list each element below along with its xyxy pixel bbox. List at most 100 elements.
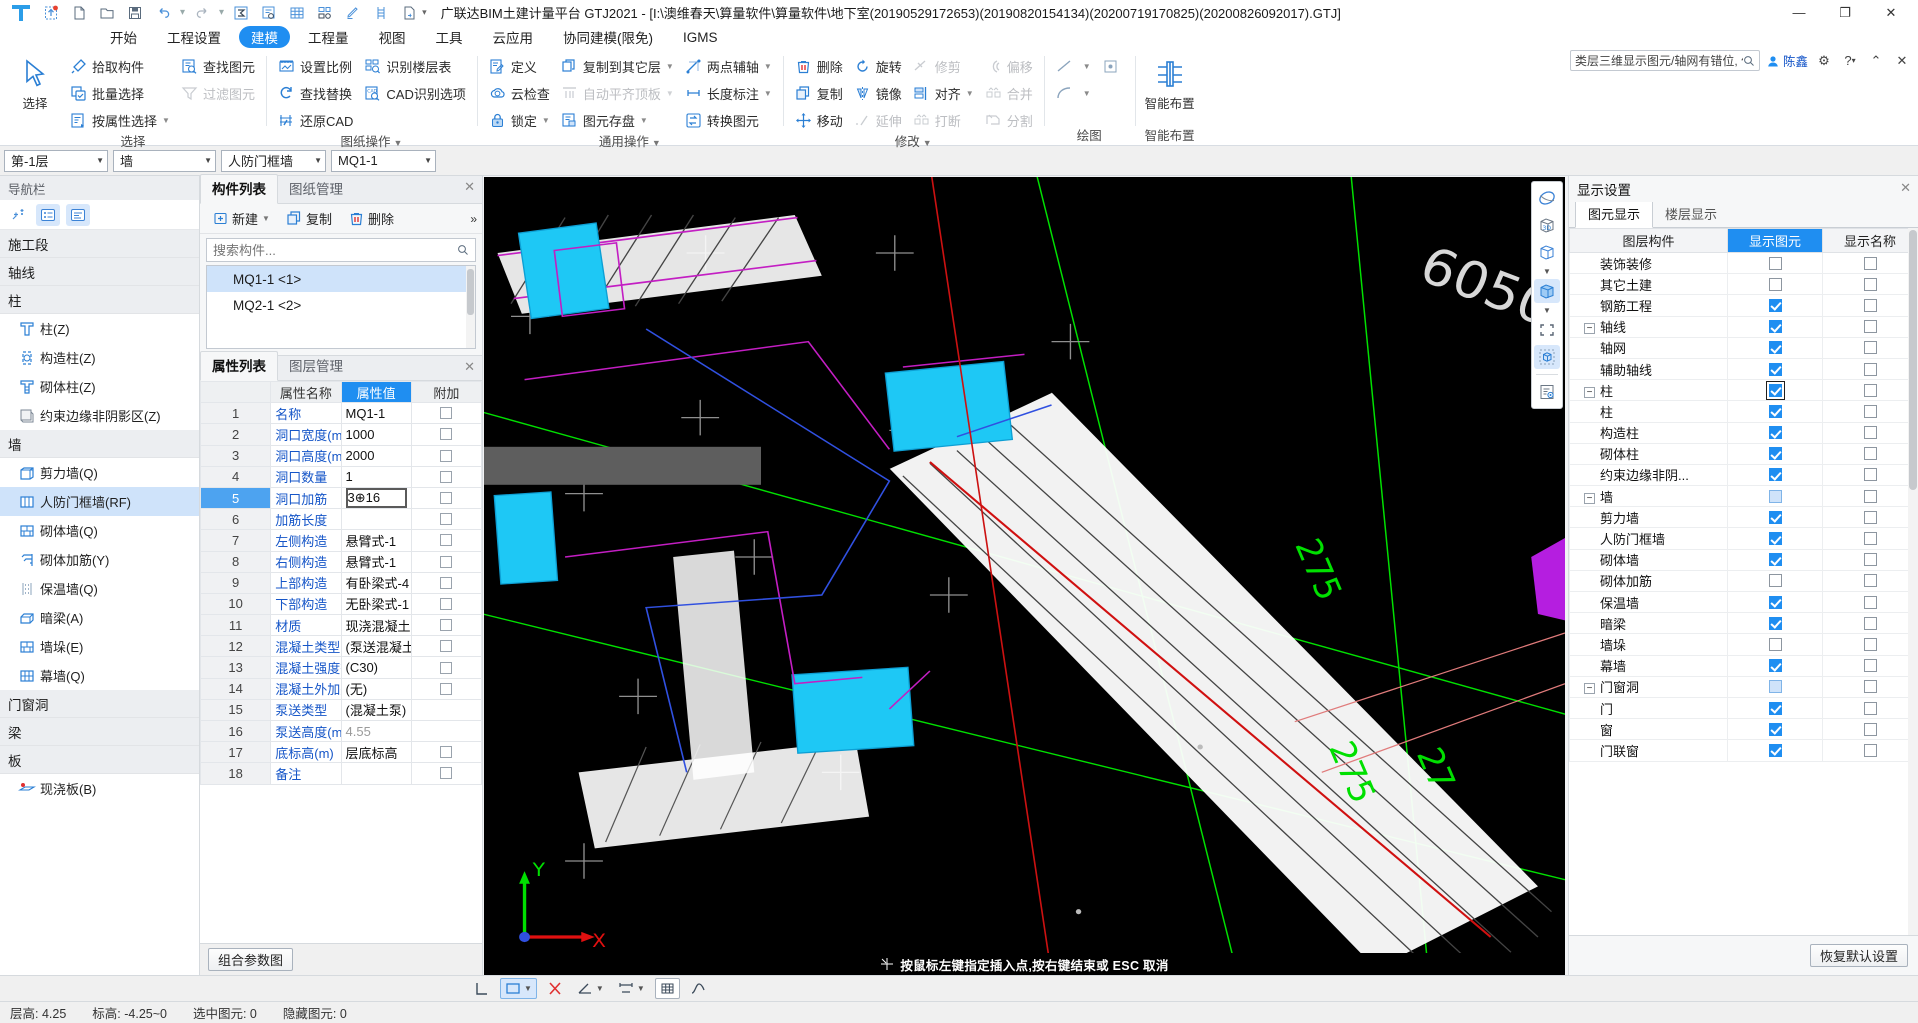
checkbox[interactable] bbox=[1768, 341, 1782, 355]
layer-show-name-cell[interactable] bbox=[1822, 400, 1918, 423]
checkbox[interactable] bbox=[1768, 680, 1782, 694]
display-tab-0[interactable]: 图元显示 bbox=[1575, 200, 1654, 228]
settings-gear-icon[interactable]: ⚙ bbox=[1814, 51, 1834, 71]
restore-defaults-button[interactable]: 恢复默认设置 bbox=[1809, 944, 1908, 967]
new-doc-icon[interactable] bbox=[66, 2, 92, 24]
checkbox[interactable] bbox=[1768, 595, 1782, 609]
sidebar-item-墙垛(E)[interactable]: 墙垛(E) bbox=[0, 632, 199, 661]
ladder-icon[interactable] bbox=[368, 2, 394, 24]
chevron-down-icon[interactable]: ▼ bbox=[923, 138, 932, 148]
property-tab-1[interactable]: 图层管理 bbox=[278, 352, 354, 380]
chevron-down-icon[interactable]: ▼ bbox=[542, 116, 550, 125]
property-attach[interactable] bbox=[410, 508, 482, 531]
component-tab-1[interactable]: 图纸管理 bbox=[278, 175, 354, 203]
checkbox[interactable] bbox=[440, 767, 453, 780]
table-icon[interactable] bbox=[284, 2, 310, 24]
property-row[interactable]: 2洞口宽度(mm)1000 bbox=[200, 423, 482, 446]
component-search[interactable] bbox=[206, 238, 476, 262]
property-attach[interactable] bbox=[410, 741, 482, 764]
layer-show-name-cell[interactable] bbox=[1822, 654, 1918, 677]
menu-tab-6[interactable]: 云应用 bbox=[481, 26, 546, 48]
ribbon-item-对齐[interactable]: 对齐 ▼ bbox=[907, 80, 979, 106]
property-value[interactable]: (混凝土泵) bbox=[340, 698, 412, 722]
layer-show-name-cell[interactable] bbox=[1822, 463, 1918, 487]
property-attach[interactable] bbox=[410, 423, 482, 446]
chevron-down-icon[interactable]: ▼ bbox=[262, 214, 270, 223]
layer-row[interactable]: 保温墙 bbox=[1569, 590, 1918, 614]
chevron-down-icon[interactable]: ▼ bbox=[637, 984, 645, 993]
sidebar-item-人防门框墙(RF)[interactable]: 人防门框墙(RF) bbox=[0, 487, 199, 516]
property-value[interactable]: (无) bbox=[340, 677, 412, 700]
ribbon-item-复制[interactable]: 复制 bbox=[789, 80, 848, 106]
checkbox[interactable] bbox=[1863, 510, 1877, 524]
nav-group-墙[interactable]: 墙 bbox=[0, 430, 199, 458]
property-attach[interactable] bbox=[410, 614, 482, 637]
layer-table-scrollbar[interactable] bbox=[1908, 228, 1918, 935]
property-value[interactable]: 2000 bbox=[340, 444, 412, 467]
property-tab-0[interactable]: 属性列表 bbox=[200, 351, 278, 381]
layer-show-name-cell[interactable] bbox=[1822, 527, 1918, 550]
chevron-down-icon[interactable]: ▼ bbox=[1083, 62, 1091, 71]
ribbon-close-icon[interactable]: ✕ bbox=[1892, 51, 1912, 71]
layer-show-element-cell[interactable] bbox=[1727, 294, 1823, 317]
checkbox[interactable] bbox=[1765, 380, 1785, 400]
property-row[interactable]: 15 泵送类型 (混凝土泵) bbox=[200, 698, 482, 722]
layer-show-name-cell[interactable] bbox=[1822, 294, 1918, 317]
chevron-down-icon[interactable]: ▼ bbox=[764, 89, 772, 98]
checkbox[interactable] bbox=[440, 449, 453, 462]
property-value[interactable]: (泵送混凝土 ... bbox=[340, 635, 412, 658]
layer-show-name-cell[interactable] bbox=[1822, 442, 1918, 465]
layer-show-name-cell[interactable] bbox=[1822, 718, 1918, 741]
property-value[interactable]: 4.55 bbox=[340, 719, 412, 743]
detail-view-icon[interactable] bbox=[66, 203, 90, 226]
checkbox[interactable] bbox=[1768, 404, 1782, 418]
property-attach[interactable] bbox=[410, 762, 482, 785]
sidebar-item-幕墙(Q)[interactable]: 幕墙(Q) bbox=[0, 661, 199, 690]
layer-show-name-cell[interactable] bbox=[1822, 506, 1918, 529]
property-row[interactable]: 3洞口高度(mm)2000 bbox=[200, 444, 482, 467]
property-value[interactable]: 现浇混凝土 bbox=[340, 614, 412, 637]
undo-caret-icon[interactable]: ▾ bbox=[178, 7, 187, 18]
nav-group-门窗洞[interactable]: 门窗洞 bbox=[0, 690, 199, 718]
sidebar-item-暗梁(A)[interactable]: 暗梁(A) bbox=[0, 603, 199, 632]
layer-icon[interactable] bbox=[312, 2, 338, 24]
upload-icon[interactable] bbox=[38, 2, 64, 24]
checkbox[interactable] bbox=[1863, 574, 1877, 588]
ribbon-item-按属性选择[interactable]: 按属性选择 ▼ bbox=[64, 107, 175, 133]
redo-caret-icon[interactable]: ▾ bbox=[217, 7, 226, 18]
layer-row[interactable]: 墙垛 bbox=[1569, 633, 1918, 656]
ribbon-item-CAD识别选项[interactable]: CAD CAD识别选项 bbox=[358, 80, 470, 106]
property-value[interactable]: 1000 bbox=[340, 423, 412, 446]
checkbox[interactable] bbox=[440, 682, 453, 695]
layer-row[interactable]: 幕墙 bbox=[1569, 654, 1918, 677]
checkbox[interactable] bbox=[440, 619, 453, 632]
layer-header-show-element[interactable]: 显示图元 bbox=[1727, 228, 1823, 253]
checkbox[interactable] bbox=[1768, 320, 1782, 334]
checkbox[interactable] bbox=[440, 576, 453, 589]
property-attach[interactable] bbox=[410, 486, 482, 510]
checkbox[interactable] bbox=[440, 555, 453, 568]
property-value[interactable]: 悬臂式-1 bbox=[340, 529, 412, 552]
property-attach[interactable] bbox=[410, 529, 482, 552]
checkbox[interactable] bbox=[440, 407, 453, 420]
ribbon-item-旋转[interactable]: 旋转 bbox=[848, 53, 907, 79]
checkbox[interactable] bbox=[440, 428, 453, 441]
layer-row[interactable]: 轴网 bbox=[1569, 336, 1918, 359]
checkbox[interactable] bbox=[1768, 574, 1782, 588]
grid-icon[interactable] bbox=[654, 978, 680, 999]
expand-toggle-icon[interactable]: − bbox=[1584, 492, 1595, 504]
layer-show-element-cell[interactable] bbox=[1727, 485, 1823, 508]
layer-show-element-cell[interactable] bbox=[1727, 696, 1823, 720]
legend-icon[interactable] bbox=[1534, 380, 1560, 404]
component-item-0[interactable]: MQ1-1 <1> bbox=[207, 266, 475, 292]
chevron-down-icon[interactable]: ▼ bbox=[524, 984, 532, 993]
checkbox[interactable] bbox=[1863, 595, 1877, 609]
layer-row[interactable]: − 轴线 bbox=[1569, 315, 1918, 338]
layer-row[interactable]: 砌体加筋 bbox=[1569, 569, 1918, 593]
checkbox[interactable] bbox=[1863, 404, 1877, 418]
component-toolbar-more-icon[interactable]: » bbox=[470, 212, 477, 226]
menu-tab-1[interactable]: 工程设置 bbox=[155, 26, 233, 48]
property-attach[interactable] bbox=[410, 444, 482, 467]
component-tab-0[interactable]: 构件列表 bbox=[200, 174, 278, 204]
sum-icon[interactable] bbox=[228, 2, 254, 24]
